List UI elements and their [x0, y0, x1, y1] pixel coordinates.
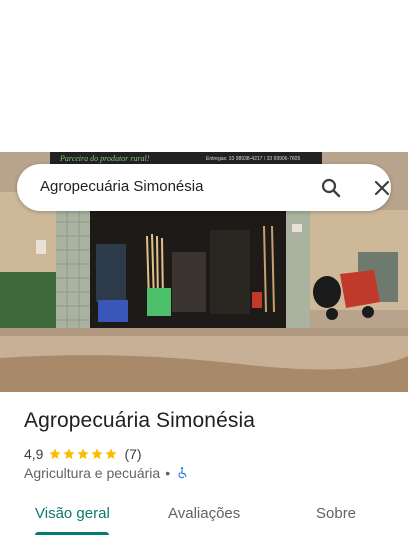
rating-row[interactable]: 4,9 (7): [24, 445, 142, 463]
sign-slogan: Parceira do produtor rural!: [59, 154, 150, 163]
category-label: Agricultura e pecuária: [24, 465, 161, 481]
star-icon: [63, 448, 76, 459]
tab-reviews[interactable]: Avaliações: [168, 505, 240, 522]
separator-dot: •: [165, 465, 171, 481]
review-count[interactable]: (7): [124, 446, 141, 462]
active-tab-indicator: [35, 532, 109, 535]
category-row: Agricultura e pecuária •: [24, 464, 189, 482]
rating-value: 4,9: [24, 446, 44, 462]
star-icon: [105, 448, 118, 459]
star-icon: [77, 448, 90, 459]
search-bar[interactable]: Agropecuária Simonésia: [17, 164, 391, 211]
search-icon[interactable]: [319, 176, 343, 200]
star-rating: [48, 447, 118, 461]
search-input[interactable]: Agropecuária Simonésia: [40, 178, 203, 195]
tab-overview[interactable]: Visão geral: [35, 505, 110, 522]
star-icon: [49, 448, 62, 459]
place-title: Agropecuária Simonésia: [24, 409, 255, 432]
star-icon: [91, 448, 104, 459]
wheelchair-icon: [178, 467, 187, 479]
tab-about[interactable]: Sobre: [316, 505, 356, 522]
close-icon[interactable]: [370, 176, 394, 200]
tab-bar: Visão geral Avaliações Sobre: [0, 496, 408, 544]
sign-contact: Entregas: 33 98938-4217 / 33 99906-7605: [206, 156, 300, 162]
